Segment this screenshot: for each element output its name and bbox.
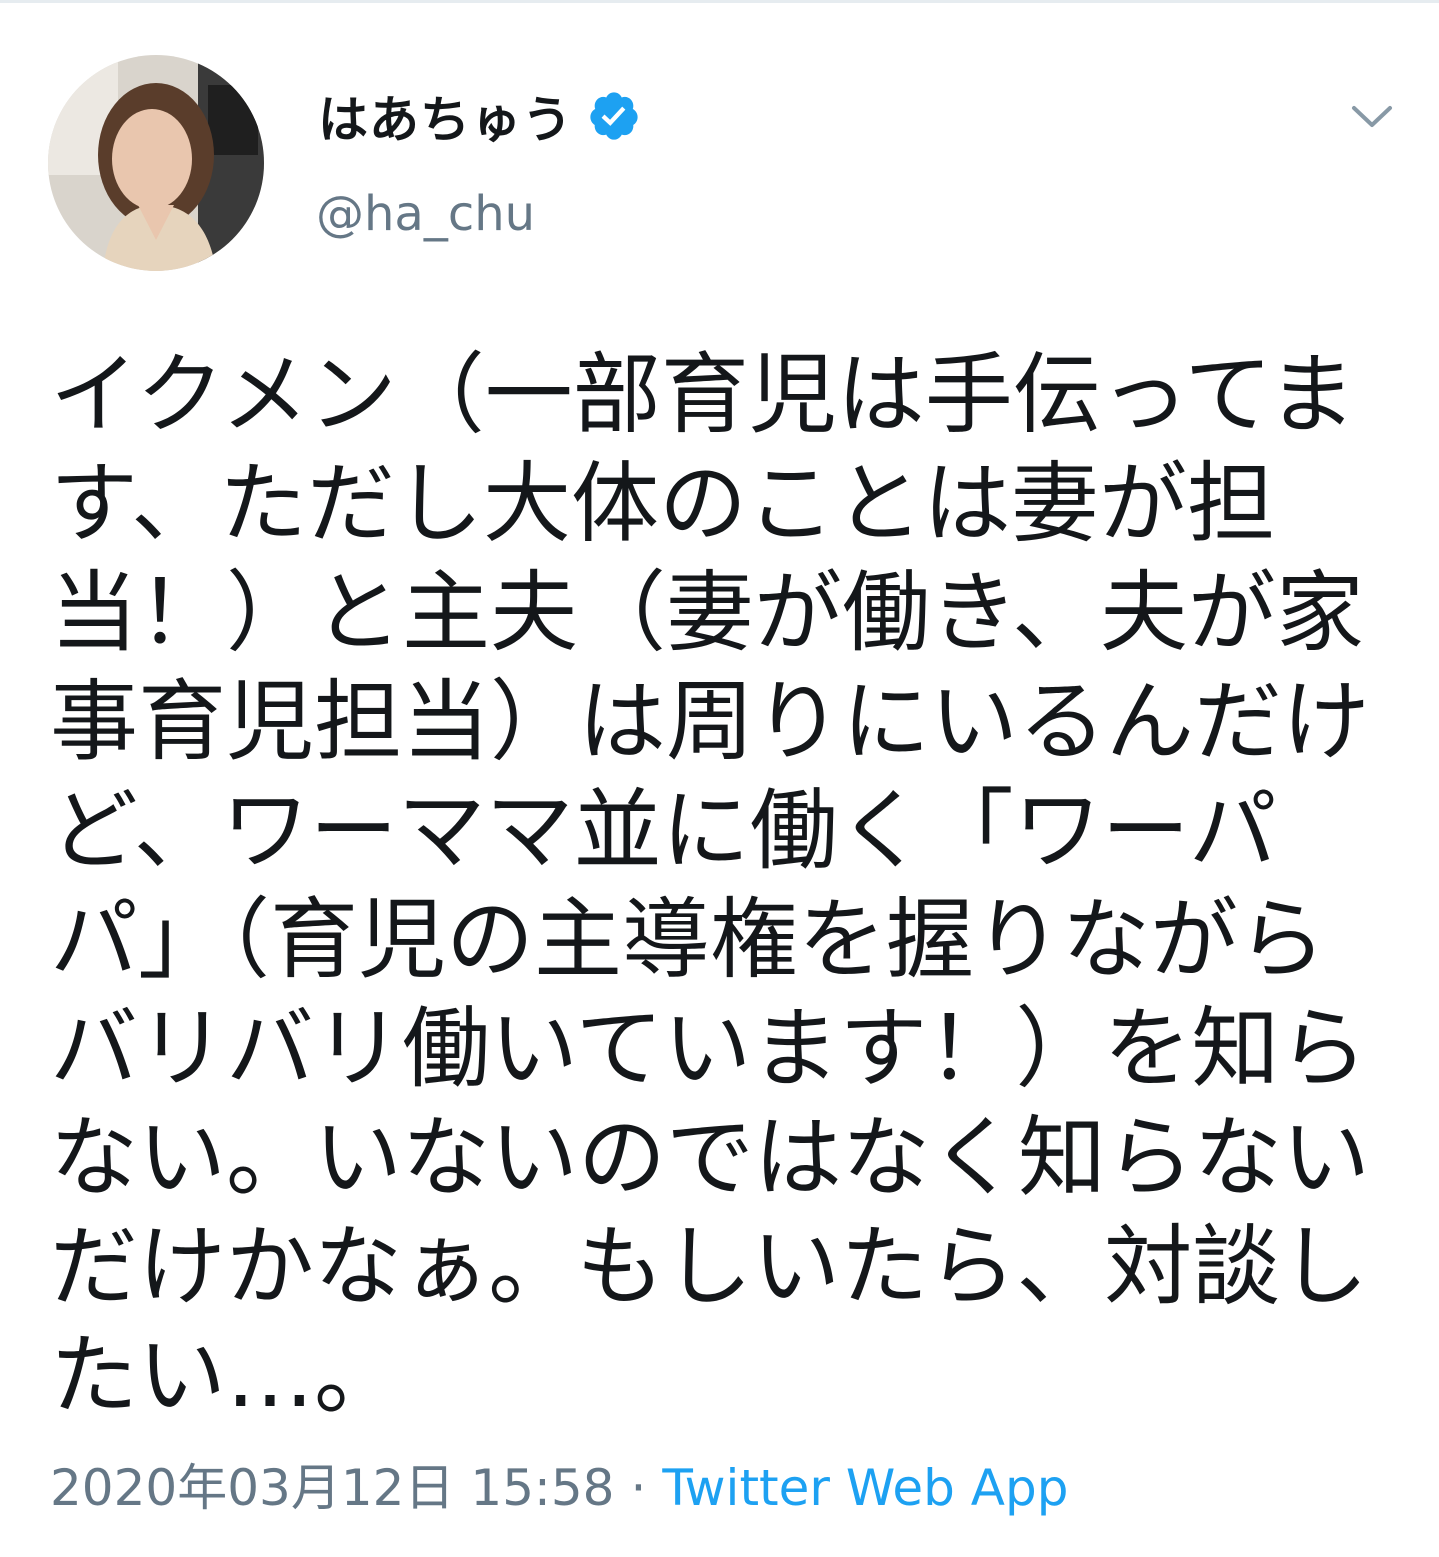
tweet-text-line: だけかなぁ。もしいたら、対談し xyxy=(50,1215,1369,1318)
tweet-text-line: パ」（育児の主導権を握りながら xyxy=(50,888,1327,991)
tweet-text-line: 当！）と主夫（妻が働き、夫が家 xyxy=(50,561,1364,664)
tweet-timestamp[interactable]: 2020年03月12日 15:58 xyxy=(50,1458,614,1518)
user-handle[interactable]: @ha_chu xyxy=(316,186,535,242)
avatar[interactable] xyxy=(48,55,264,271)
tweet-text-line: 事育児担当）は周りにいるんだけ xyxy=(50,670,1371,773)
tweet-source-link[interactable]: Twitter Web App xyxy=(662,1458,1068,1518)
tweet-text-line: ない。いないのではなく知らない xyxy=(50,1106,1371,1209)
chevron-down-icon[interactable] xyxy=(1348,98,1396,134)
verified-badge-icon xyxy=(587,89,641,143)
tweet-text-line: バリバリ働いています！）を知ら xyxy=(50,997,1368,1100)
meta-separator: · xyxy=(630,1459,647,1517)
tweet-text-line: イクメン（一部育児は手伝ってま xyxy=(50,343,1356,446)
tweet-text-line: ど、ワーママ並に働く「ワーパ xyxy=(50,779,1277,882)
tweet-card: はあちゅう @ha_chu イクメン（一部育児は手伝ってま す、ただし大体のこと… xyxy=(0,0,1439,1557)
tweet-text-line: たい…。 xyxy=(50,1324,403,1427)
tweet-text: イクメン（一部育児は手伝ってま す、ただし大体のことは妻が担 当！）と主夫（妻が… xyxy=(50,340,1390,1430)
name-row: はあちゅう xyxy=(318,84,641,149)
display-name[interactable]: はあちゅう xyxy=(318,80,573,152)
tweet-meta: 2020年03月12日 15:58 · Twitter Web App xyxy=(50,1458,1068,1518)
tweet-text-line: す、ただし大体のことは妻が担 xyxy=(50,452,1275,555)
